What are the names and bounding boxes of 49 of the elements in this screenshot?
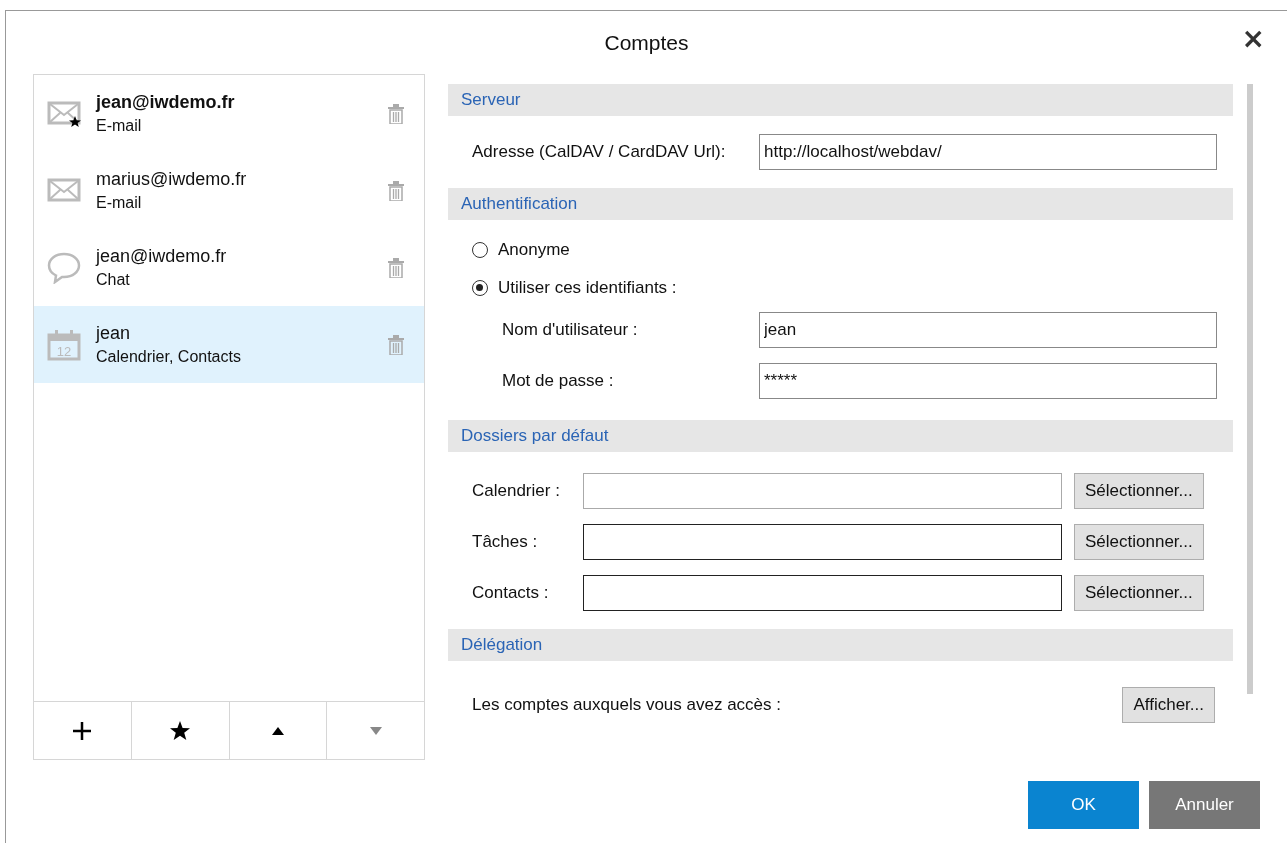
folder-label: Calendrier : bbox=[472, 481, 561, 501]
account-type: Calendrier, Contacts bbox=[96, 348, 242, 366]
username-label: Nom d'utilisateur : bbox=[502, 319, 639, 340]
section-header: Serveur bbox=[448, 84, 1233, 116]
address-field[interactable]: http://localhost/webdav/ bbox=[759, 134, 1217, 170]
account-item[interactable]: 12 jean Calendrier, Contacts bbox=[34, 306, 424, 383]
folder-label: Contacts : bbox=[472, 583, 550, 603]
delegation-label: Les comptes auxquels vous avez accès : bbox=[472, 695, 781, 715]
select-button[interactable]: Sélectionner... bbox=[1074, 575, 1204, 611]
section-header: Délégation bbox=[448, 629, 1233, 661]
folder-label: Tâches : bbox=[472, 532, 539, 552]
radio-label: Anonyme bbox=[498, 240, 570, 260]
select-button[interactable]: Sélectionner... bbox=[1074, 524, 1204, 560]
close-button[interactable]: × bbox=[1235, 21, 1271, 56]
account-name: marius@iwdemo.fr bbox=[96, 169, 248, 190]
ok-button[interactable]: OK bbox=[1028, 781, 1139, 829]
trash-icon[interactable] bbox=[388, 103, 404, 124]
select-button[interactable]: Sélectionner... bbox=[1074, 473, 1204, 509]
address-label: Adresse (CalDAV / CardDAV Url): bbox=[472, 142, 727, 162]
password-field[interactable]: ***** bbox=[759, 362, 1217, 399]
account-item[interactable]: marius@iwdemo.fr E-mail bbox=[34, 152, 424, 229]
username-field[interactable]: jean bbox=[759, 311, 1217, 348]
folder-field[interactable] bbox=[583, 575, 1062, 611]
account-name: jean@iwdemo.fr bbox=[96, 92, 236, 113]
account-type: E-mail bbox=[96, 194, 143, 212]
account-name: jean@iwdemo.fr bbox=[96, 246, 228, 267]
trash-icon[interactable] bbox=[388, 180, 404, 201]
radio-label: Utiliser ces identifiants : bbox=[498, 278, 677, 298]
trash-icon[interactable] bbox=[388, 257, 404, 278]
trash-icon[interactable] bbox=[388, 334, 404, 355]
show-button[interactable]: Afficher... bbox=[1122, 687, 1215, 723]
account-type: Chat bbox=[96, 271, 131, 289]
speech-bubble-icon bbox=[47, 251, 81, 284]
caret-up-icon bbox=[271, 726, 284, 735]
account-name: jean bbox=[96, 323, 132, 344]
folder-field[interactable] bbox=[583, 524, 1062, 560]
plus-icon bbox=[72, 720, 93, 741]
star-icon bbox=[169, 719, 192, 742]
account-type: E-mail bbox=[96, 117, 143, 135]
window-title: Comptes bbox=[604, 30, 689, 55]
account-item[interactable]: jean@iwdemo.fr E-mail bbox=[34, 75, 424, 152]
folder-field[interactable] bbox=[583, 473, 1062, 509]
section-header: Dossiers par défaut bbox=[448, 420, 1233, 452]
password-label: Mot de passe : bbox=[502, 370, 615, 391]
section-header: Authentification bbox=[448, 188, 1233, 220]
cancel-button[interactable]: Annuler bbox=[1149, 781, 1260, 829]
caret-down-icon bbox=[369, 726, 382, 735]
account-item[interactable]: jean@iwdemo.fr Chat bbox=[34, 229, 424, 306]
scrollbar[interactable] bbox=[1247, 84, 1253, 694]
